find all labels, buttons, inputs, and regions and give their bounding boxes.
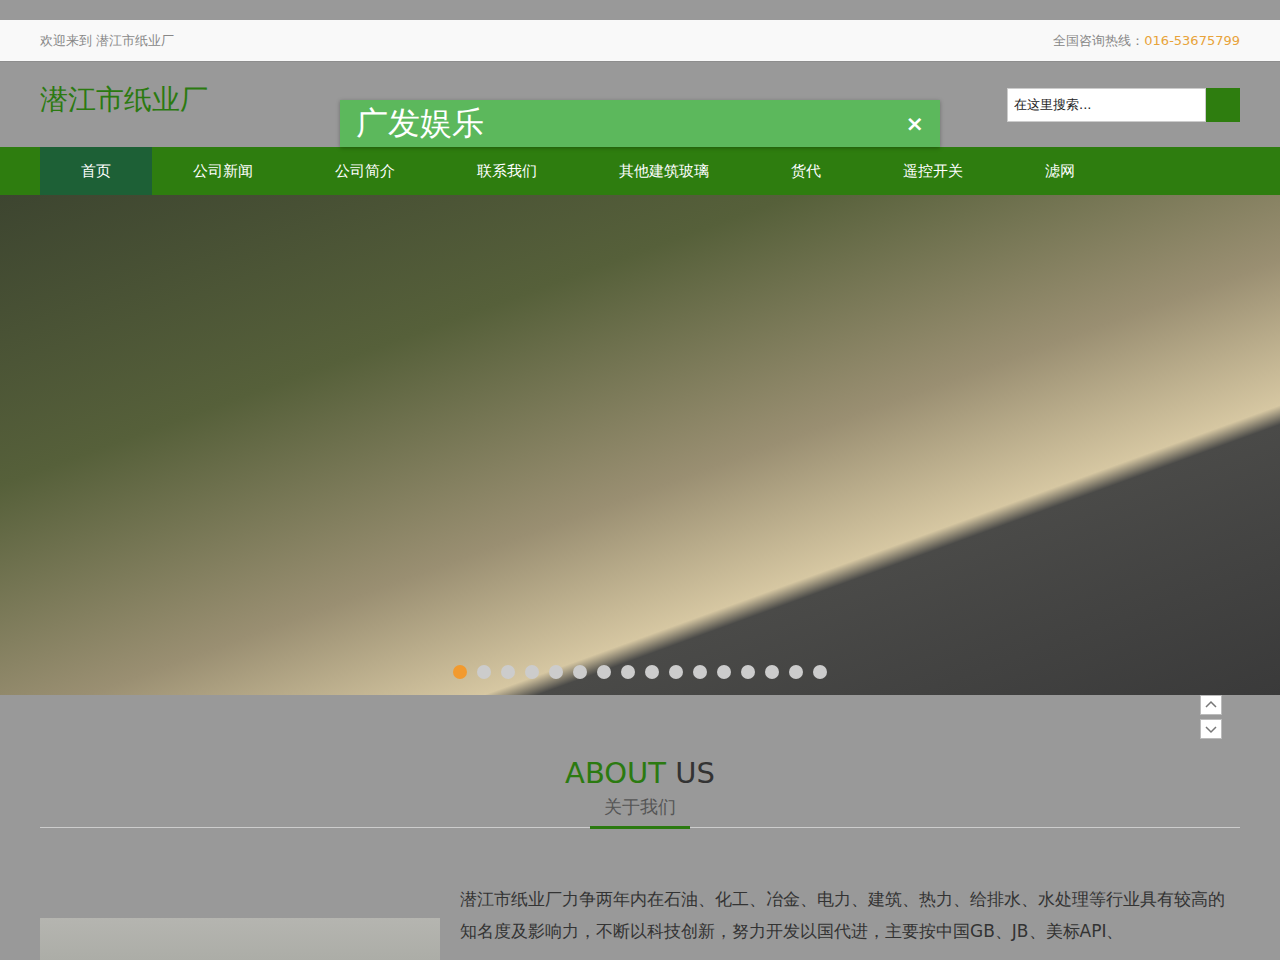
nav-item[interactable]: 遥控开关 xyxy=(862,147,1004,195)
about-section: ABOUT US 关于我们 潜江市纸业厂力争两年内在石油、化工、冶金、电力、建筑… xyxy=(0,695,1280,960)
nav-bar: 首页公司新闻公司简介联系我们其他建筑玻璃货代遥控开关滤网 xyxy=(0,147,1280,195)
page: 欢迎来到 潜江市纸业厂 全国咨询热线：016-53675799 潜江市纸业厂 广… xyxy=(0,0,1280,960)
nav-item[interactable]: 公司新闻 xyxy=(152,147,294,195)
nav-item[interactable]: 首页 xyxy=(40,147,152,195)
hotline-number[interactable]: 016-53675799 xyxy=(1144,33,1240,48)
search-box xyxy=(1007,88,1240,122)
hotline: 全国咨询热线：016-53675799 xyxy=(1053,32,1240,50)
nav-item[interactable]: 其他建筑玻璃 xyxy=(578,147,750,195)
about-text: 潜江市纸业厂力争两年内在石油、化工、冶金、电力、建筑、热力、给排水、水处理等行业… xyxy=(460,883,1240,960)
welcome-text: 欢迎来到 潜江市纸业厂 xyxy=(40,32,174,50)
carousel-dot[interactable] xyxy=(717,665,731,679)
carousel-dot[interactable] xyxy=(789,665,803,679)
carousel-dot[interactable] xyxy=(597,665,611,679)
search-input[interactable] xyxy=(1007,88,1206,122)
carousel-dot[interactable] xyxy=(765,665,779,679)
top-strip xyxy=(0,0,1280,20)
nav-item[interactable]: 联系我们 xyxy=(436,147,578,195)
carousel-dot[interactable] xyxy=(549,665,563,679)
carousel-dot[interactable] xyxy=(645,665,659,679)
about-image xyxy=(40,918,440,960)
logo[interactable]: 潜江市纸业厂 xyxy=(40,81,208,119)
nav-item[interactable]: 滤网 xyxy=(1004,147,1116,195)
banner-image xyxy=(0,195,1280,695)
carousel-dots xyxy=(453,665,827,679)
carousel-dot[interactable] xyxy=(693,665,707,679)
scroll-buttons xyxy=(1200,695,1222,739)
divider xyxy=(40,827,1240,828)
carousel-dot[interactable] xyxy=(501,665,515,679)
popup-title: 广发娱乐 xyxy=(356,102,484,146)
carousel-dot[interactable] xyxy=(621,665,635,679)
popup: 广发娱乐 × xyxy=(340,100,940,147)
carousel-dot[interactable] xyxy=(741,665,755,679)
carousel-dot[interactable] xyxy=(477,665,491,679)
carousel-dot[interactable] xyxy=(669,665,683,679)
scroll-down-icon[interactable] xyxy=(1200,719,1222,739)
about-title: ABOUT US xyxy=(0,757,1280,789)
carousel-dot[interactable] xyxy=(813,665,827,679)
nav-item[interactable]: 公司简介 xyxy=(294,147,436,195)
header: 潜江市纸业厂 广发娱乐 × xyxy=(0,62,1280,147)
scroll-up-icon[interactable] xyxy=(1200,695,1222,715)
carousel-dot[interactable] xyxy=(573,665,587,679)
search-button[interactable] xyxy=(1206,88,1240,122)
nav-item[interactable]: 货代 xyxy=(750,147,862,195)
about-subtitle: 关于我们 xyxy=(0,795,1280,819)
close-button[interactable]: × xyxy=(906,111,924,136)
about-content: 潜江市纸业厂力争两年内在石油、化工、冶金、电力、建筑、热力、给排水、水处理等行业… xyxy=(0,828,1280,960)
carousel-dot[interactable] xyxy=(525,665,539,679)
topbar: 欢迎来到 潜江市纸业厂 全国咨询热线：016-53675799 xyxy=(0,20,1280,62)
carousel-dot[interactable] xyxy=(453,665,467,679)
